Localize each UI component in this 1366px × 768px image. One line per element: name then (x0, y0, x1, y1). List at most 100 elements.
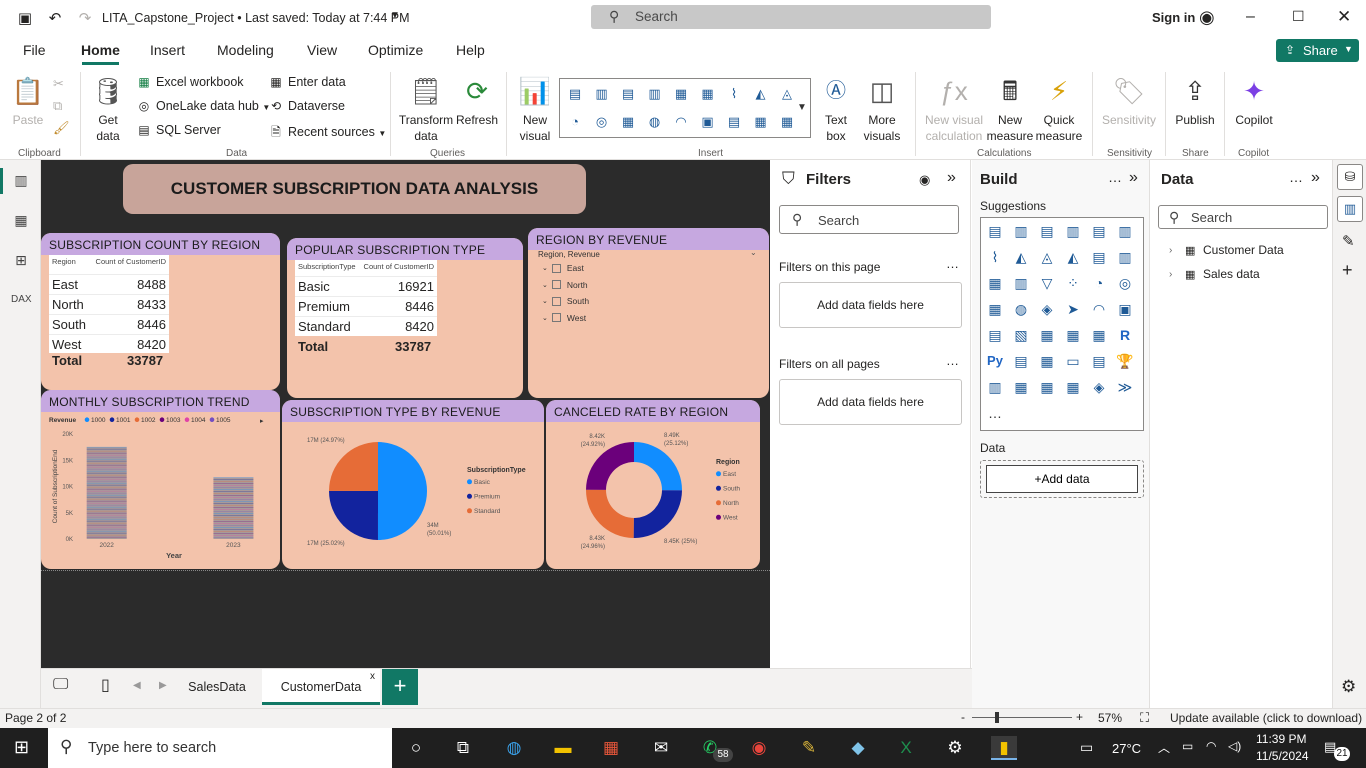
menu-optimize[interactable]: Optimize (368, 42, 423, 58)
visual-type-icon[interactable]: ▥ (646, 86, 664, 102)
share-button[interactable]: ⇪ Share ▼ (1276, 39, 1359, 62)
visual-type-icon[interactable]: ▥ (984, 377, 1006, 397)
menu-help[interactable]: Help (456, 42, 485, 58)
fit-page-icon[interactable]: ⛶ (1140, 710, 1149, 726)
data-table-item[interactable]: › ▦ Sales data (1169, 267, 1260, 281)
pie-slice[interactable] (329, 442, 378, 491)
clock-date[interactable]: 11/5/2024 (1256, 749, 1309, 763)
visual-type-icon[interactable]: ◬ (1036, 247, 1058, 267)
wifi-icon[interactable]: ◠ (1206, 739, 1216, 753)
edge-icon[interactable]: ◍ (501, 736, 527, 760)
store-icon[interactable]: ▦ (598, 736, 624, 760)
checkbox[interactable] (551, 296, 561, 306)
visual-type-icon[interactable]: ⌇ (725, 86, 743, 102)
chevron-down-icon[interactable]: ⌄ (542, 281, 548, 289)
data-pane-icon[interactable]: ⛁ (1337, 164, 1363, 190)
region-count-card[interactable]: SUBSCRIPTION COUNT BY REGION Region Coun… (41, 233, 280, 390)
type-revenue-card[interactable]: SUBSCRIPTION TYPE BY REVENUE 34M (50.01%)… (282, 400, 544, 569)
excel-workbook-button[interactable]: ▦ Excel workbook (136, 75, 243, 89)
bar[interactable] (213, 477, 254, 539)
visual-type-icon[interactable]: ▦ (699, 86, 717, 102)
region-revenue-slicer[interactable]: REGION BY REVENUE Region, Revenue ⌄ ⌄ Eas… (528, 228, 769, 398)
visual-type-icon[interactable]: ▦ (1088, 325, 1110, 345)
popular-type-card[interactable]: POPULAR SUBSCRIPTION TYPE SubscriptionTy… (287, 238, 523, 398)
scroll-right-icon[interactable]: ▶ (159, 680, 167, 691)
table-row[interactable]: Premium 8446 (295, 296, 437, 316)
sensitivity-button[interactable]: 🏷 Sensitivity (1098, 74, 1160, 128)
visual-type-icon[interactable]: ◭ (1010, 247, 1032, 267)
copilot-button[interactable]: ✦ Copilot (1230, 74, 1278, 128)
table-row[interactable]: West 8420 (49, 334, 169, 354)
visual-type-icon[interactable]: ▤ (1088, 247, 1110, 267)
get-data-button[interactable]: 🛢 Get data (86, 74, 130, 144)
visual-type-icon[interactable]: ⌇ (984, 247, 1006, 267)
menu-insert[interactable]: Insert (150, 42, 185, 58)
chevron-right-icon[interactable]: › (1169, 269, 1181, 280)
chevron-down-icon[interactable]: ⌄ (542, 297, 548, 305)
visual-type-icon[interactable]: ▤ (1010, 351, 1032, 371)
visual-type-icon[interactable]: ◠ (1088, 299, 1110, 319)
visual-type-icon[interactable]: ▦ (752, 114, 770, 130)
copy-icon[interactable]: ⧉ (53, 98, 62, 114)
canceled-rate-donut[interactable]: 8.49K (25.12%) 8.45K (25%) 8.43K (24.96%) 8.4… (546, 400, 760, 569)
visual-type-icon[interactable]: ▦ (1036, 325, 1058, 345)
onelake-button[interactable]: ◎ OneLake data hub ▼ (136, 99, 271, 113)
chevron-down-icon[interactable]: ⌄ (542, 314, 548, 322)
slicer-item[interactable]: ⌄ South (542, 296, 589, 306)
title-search-box[interactable]: ⚲ Search (591, 5, 991, 29)
zoom-out-icon[interactable]: - (961, 710, 965, 724)
visual-type-icon[interactable]: ▤ (1088, 221, 1110, 241)
filters-page-drop-well[interactable]: Add data fields here (779, 282, 962, 328)
zoom-thumb[interactable] (995, 712, 999, 723)
visual-type-icon[interactable]: ▦ (984, 299, 1006, 319)
visual-type-icon[interactable]: ▦ (1062, 325, 1084, 345)
visual-type-icon[interactable]: ◎ (593, 114, 611, 130)
table-row[interactable]: Standard 8420 (295, 316, 437, 336)
document-title[interactable]: LITA_Capstone_Project • Last saved: Toda… (102, 11, 410, 25)
pie-slice[interactable] (329, 490, 378, 540)
visual-type-icon[interactable]: ▥ (1010, 221, 1032, 241)
visual-type-icon[interactable]: ⁘ (1062, 273, 1084, 293)
report-canvas[interactable]: CUSTOMER SUBSCRIPTION DATA ANALYSIS SUBS… (41, 160, 770, 668)
more-options-icon[interactable]: … (1289, 169, 1303, 185)
report-title[interactable]: CUSTOMER SUBSCRIPTION DATA ANALYSIS (123, 164, 586, 214)
tab-customerdata[interactable]: CustomerData x (262, 669, 380, 705)
account-icon[interactable]: ◉ (1199, 7, 1215, 28)
notes-icon[interactable]: ◆ (845, 736, 871, 760)
excel-taskbar-icon[interactable]: X (893, 736, 919, 760)
visual-type-icon[interactable]: ≫ (1114, 377, 1136, 397)
visual-type-icon[interactable]: ▦ (1036, 377, 1058, 397)
visual-type-icon[interactable]: ◠ (672, 114, 690, 130)
new-visual-button[interactable]: 📊 New visual (514, 74, 556, 144)
visual-type-icon[interactable]: ◈ (1088, 377, 1110, 397)
settings-icon[interactable]: ⚙ (1341, 677, 1356, 697)
visual-type-icon[interactable]: 🏆 (1114, 351, 1136, 371)
more-options-icon[interactable]: … (946, 256, 959, 271)
menu-modeling[interactable]: Modeling (217, 42, 274, 58)
visual-type-icon[interactable]: ➤ (1062, 299, 1084, 319)
transform-data-button[interactable]: 🗒 Transform data (397, 74, 455, 144)
visual-type-icon[interactable]: ▤ (984, 221, 1006, 241)
pie-slice[interactable] (377, 442, 428, 540)
legend-scroll-icon[interactable]: ▸ (260, 418, 264, 425)
redo-icon[interactable]: ↷ (76, 9, 94, 27)
settings-taskbar-icon[interactable]: ⚙ (942, 736, 968, 760)
menu-view[interactable]: View (307, 42, 337, 58)
visual-type-icon[interactable]: ◈ (1036, 299, 1058, 319)
cortana-icon[interactable]: ○ (403, 736, 429, 760)
close-tab-icon[interactable]: x (370, 659, 375, 695)
table-row[interactable]: Basic 16921 (295, 276, 437, 296)
chevron-right-icon[interactable]: › (1169, 245, 1181, 256)
visual-type-icon[interactable]: ◍ (646, 114, 664, 130)
visual-type-icon[interactable]: ▤ (566, 86, 584, 102)
battery-icon[interactable]: ▭ (1182, 739, 1193, 753)
table-row[interactable]: North 8433 (49, 294, 169, 314)
visual-type-icon[interactable]: ▤ (1088, 351, 1110, 371)
visual-type-icon[interactable]: ▦ (672, 86, 690, 102)
visual-type-icon[interactable]: ▽ (1036, 273, 1058, 293)
pie-slice[interactable] (586, 442, 634, 490)
visual-type-icon[interactable]: ◍ (1010, 299, 1032, 319)
visual-type-icon[interactable]: ▤ (1036, 221, 1058, 241)
monthly-trend-card[interactable]: MONTHLY SUBSCRIPTION TREND Revenue 1000 10… (41, 390, 280, 569)
pie-slice[interactable] (586, 489, 634, 538)
